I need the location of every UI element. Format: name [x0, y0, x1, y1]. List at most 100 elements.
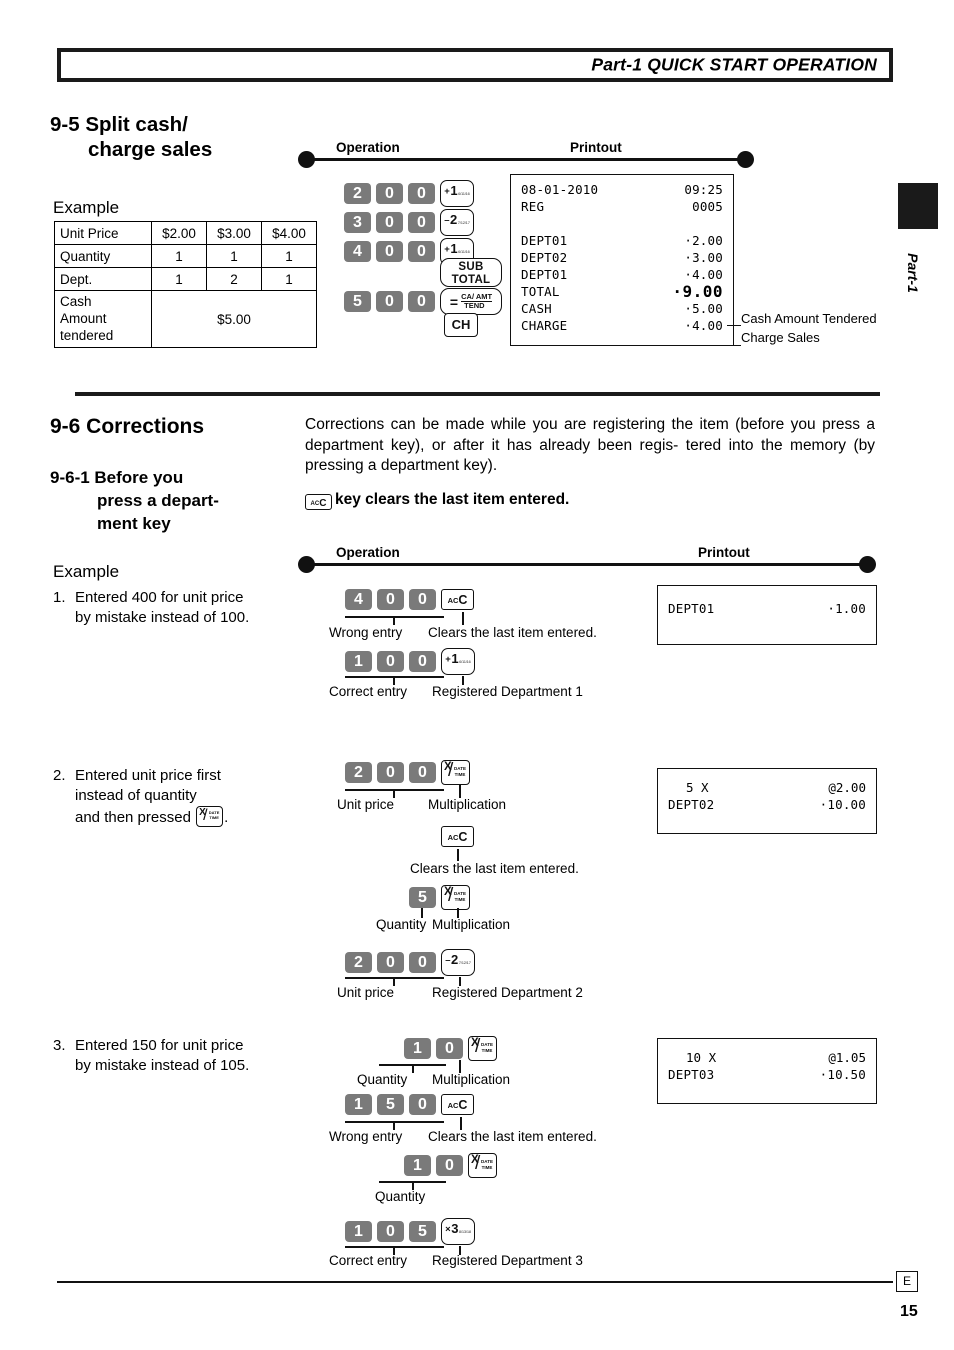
- section-95-title-line1: 9-5 Split cash/: [50, 113, 188, 136]
- numeric-key[interactable]: 0: [409, 952, 436, 973]
- numeric-key[interactable]: 0: [408, 212, 435, 233]
- annotation-registered-dept-1: Registered Department 1: [432, 684, 583, 699]
- numeric-key[interactable]: 5: [344, 291, 371, 312]
- numeric-key[interactable]: 5: [377, 1094, 404, 1115]
- multiplication-key[interactable]: X / DATE TIME: [441, 885, 470, 910]
- dept-key-sublabel: 7/12/17: [458, 960, 471, 965]
- ac-c-key-c: C: [319, 498, 327, 509]
- numeric-key[interactable]: 0: [436, 1038, 463, 1059]
- list-item-text-suffix: .: [224, 809, 229, 826]
- numeric-key[interactable]: 0: [408, 291, 435, 312]
- cash-key-equals: =: [449, 293, 459, 310]
- mul-key-time: TIME: [454, 896, 466, 902]
- numeric-key[interactable]: 0: [409, 762, 436, 783]
- receipt-line: DEPT01 ·4.00: [521, 266, 723, 283]
- numeric-key[interactable]: 0: [409, 589, 436, 610]
- dept-key-sublabel: 6/11/16: [459, 659, 471, 664]
- ac-c-key-ac: AC: [447, 1101, 459, 1110]
- department-1-key[interactable]: +16/11/16: [441, 648, 475, 675]
- receipt-line-left: TOTAL: [521, 284, 560, 299]
- numeric-key[interactable]: 0: [436, 1155, 463, 1176]
- mul-key-time: TIME: [209, 814, 219, 820]
- numeric-key[interactable]: 2: [345, 762, 372, 783]
- list-item-text-line3: and then pressed: [75, 809, 191, 826]
- numeric-key[interactable]: 0: [377, 952, 404, 973]
- callout-leader-line: [727, 325, 741, 327]
- numeric-key[interactable]: 5: [409, 1221, 436, 1242]
- numeric-key[interactable]: 1: [345, 1094, 372, 1115]
- sub-total-key-line2: TOTAL: [451, 274, 491, 286]
- numeric-key[interactable]: 2: [344, 183, 371, 204]
- department-1-key[interactable]: +16/11/16: [440, 180, 474, 207]
- numeric-key[interactable]: 0: [376, 291, 403, 312]
- numeric-key[interactable]: 4: [344, 241, 371, 262]
- list-item-number: 2.: [53, 767, 66, 784]
- receipt-line-right: ·4.00: [684, 318, 723, 333]
- numeric-key[interactable]: 0: [409, 1094, 436, 1115]
- numeric-key[interactable]: 4: [345, 589, 372, 610]
- ac-c-key-ac: AC: [310, 501, 320, 507]
- item1-step1-keys: 4 0 0 ACC: [345, 589, 474, 610]
- numeric-key[interactable]: 0: [377, 1221, 404, 1242]
- receipt-line-right: ·4.00: [684, 267, 723, 282]
- numeric-key[interactable]: 0: [408, 241, 435, 262]
- receipt-line: DEPT01 ·1.00: [668, 600, 866, 617]
- numeric-key[interactable]: 1: [404, 1038, 431, 1059]
- footer-rule: [57, 1281, 893, 1283]
- ac-c-key[interactable]: ACC: [441, 826, 474, 847]
- numeric-key[interactable]: 1: [345, 651, 372, 672]
- annotation-multiplication: Multiplication: [432, 1072, 511, 1087]
- numeric-key[interactable]: 0: [377, 762, 404, 783]
- numeric-key[interactable]: 0: [376, 183, 403, 204]
- sub-total-key[interactable]: SUB TOTAL: [440, 258, 502, 287]
- multiplication-key[interactable]: X / DATE TIME: [441, 760, 470, 785]
- multiplication-key[interactable]: X / DATE TIME: [468, 1036, 497, 1061]
- operation-printout-rail-96: Operation Printout: [298, 545, 876, 573]
- receipt-line-left: DEPT01: [521, 267, 568, 282]
- ac-c-key-ac: AC: [447, 833, 459, 842]
- numeric-key[interactable]: 5: [409, 887, 436, 908]
- rail-dot-right-icon: [859, 556, 876, 573]
- numeric-key[interactable]: 0: [376, 212, 403, 233]
- department-3-key[interactable]: ×38/13/18: [441, 1218, 475, 1245]
- ac-c-key[interactable]: ACC: [441, 589, 474, 610]
- mul-key-time: TIME: [454, 771, 466, 777]
- multiplication-key[interactable]: X / DATE TIME: [196, 806, 224, 827]
- rail-caption-operation: Operation: [336, 545, 400, 560]
- numeric-key[interactable]: 0: [377, 651, 404, 672]
- receipt-line-left: 10 X: [686, 1050, 717, 1065]
- item3-step1-keys: 1 0 X / DATE TIME: [404, 1036, 497, 1061]
- department-2-key[interactable]: –27/12/17: [440, 209, 474, 236]
- numeric-key[interactable]: 3: [344, 212, 371, 233]
- numeric-key[interactable]: 2: [345, 952, 372, 973]
- numeric-key[interactable]: 0: [376, 241, 403, 262]
- mul-key-date: DATE: [481, 1159, 493, 1164]
- ac-c-key[interactable]: ACC: [441, 1094, 474, 1115]
- section-961-title: 9-6-1 Before you press a depart- ment ke…: [50, 466, 310, 535]
- row-header-cash-tendered: Cash Amount tendered: [54, 290, 152, 348]
- ac-c-key-c: C: [458, 830, 468, 844]
- receipt-line-right: ·2.00: [684, 233, 723, 248]
- dept-key-number: 2: [450, 212, 458, 227]
- annotation-tick: [457, 849, 459, 861]
- key-sequence-row-1: 2 0 0 +16/11/16: [344, 180, 474, 207]
- receipt-line: DEPT03 ·10.50: [668, 1066, 866, 1083]
- numeric-key[interactable]: 1: [345, 1221, 372, 1242]
- list-item: 3. Entered 150 for unit price by mistake…: [53, 1036, 253, 1076]
- multiplication-key[interactable]: X / DATE TIME: [468, 1153, 497, 1178]
- receipt-line-right: 09:25: [684, 182, 723, 197]
- list-item: 1. Entered 400 for unit price by mistake…: [53, 588, 253, 628]
- cash-amount-tender-key[interactable]: = CA/ AMT TEND: [440, 288, 502, 315]
- numeric-key[interactable]: 0: [408, 183, 435, 204]
- key-sequence-row-6: CH: [444, 313, 478, 337]
- annotation-tick: [462, 612, 464, 625]
- department-2-key[interactable]: –27/12/17: [441, 949, 475, 976]
- page-header-title: Part-1 QUICK START OPERATION: [591, 54, 877, 75]
- numeric-key[interactable]: 0: [409, 651, 436, 672]
- numeric-key[interactable]: 0: [377, 589, 404, 610]
- charge-key[interactable]: CH: [444, 313, 478, 337]
- cell-quantity-2: 1: [206, 244, 262, 268]
- receipt-line: 5 X @2.00: [668, 779, 866, 796]
- numeric-key[interactable]: 1: [404, 1155, 431, 1176]
- ac-c-key[interactable]: ACC: [305, 494, 332, 510]
